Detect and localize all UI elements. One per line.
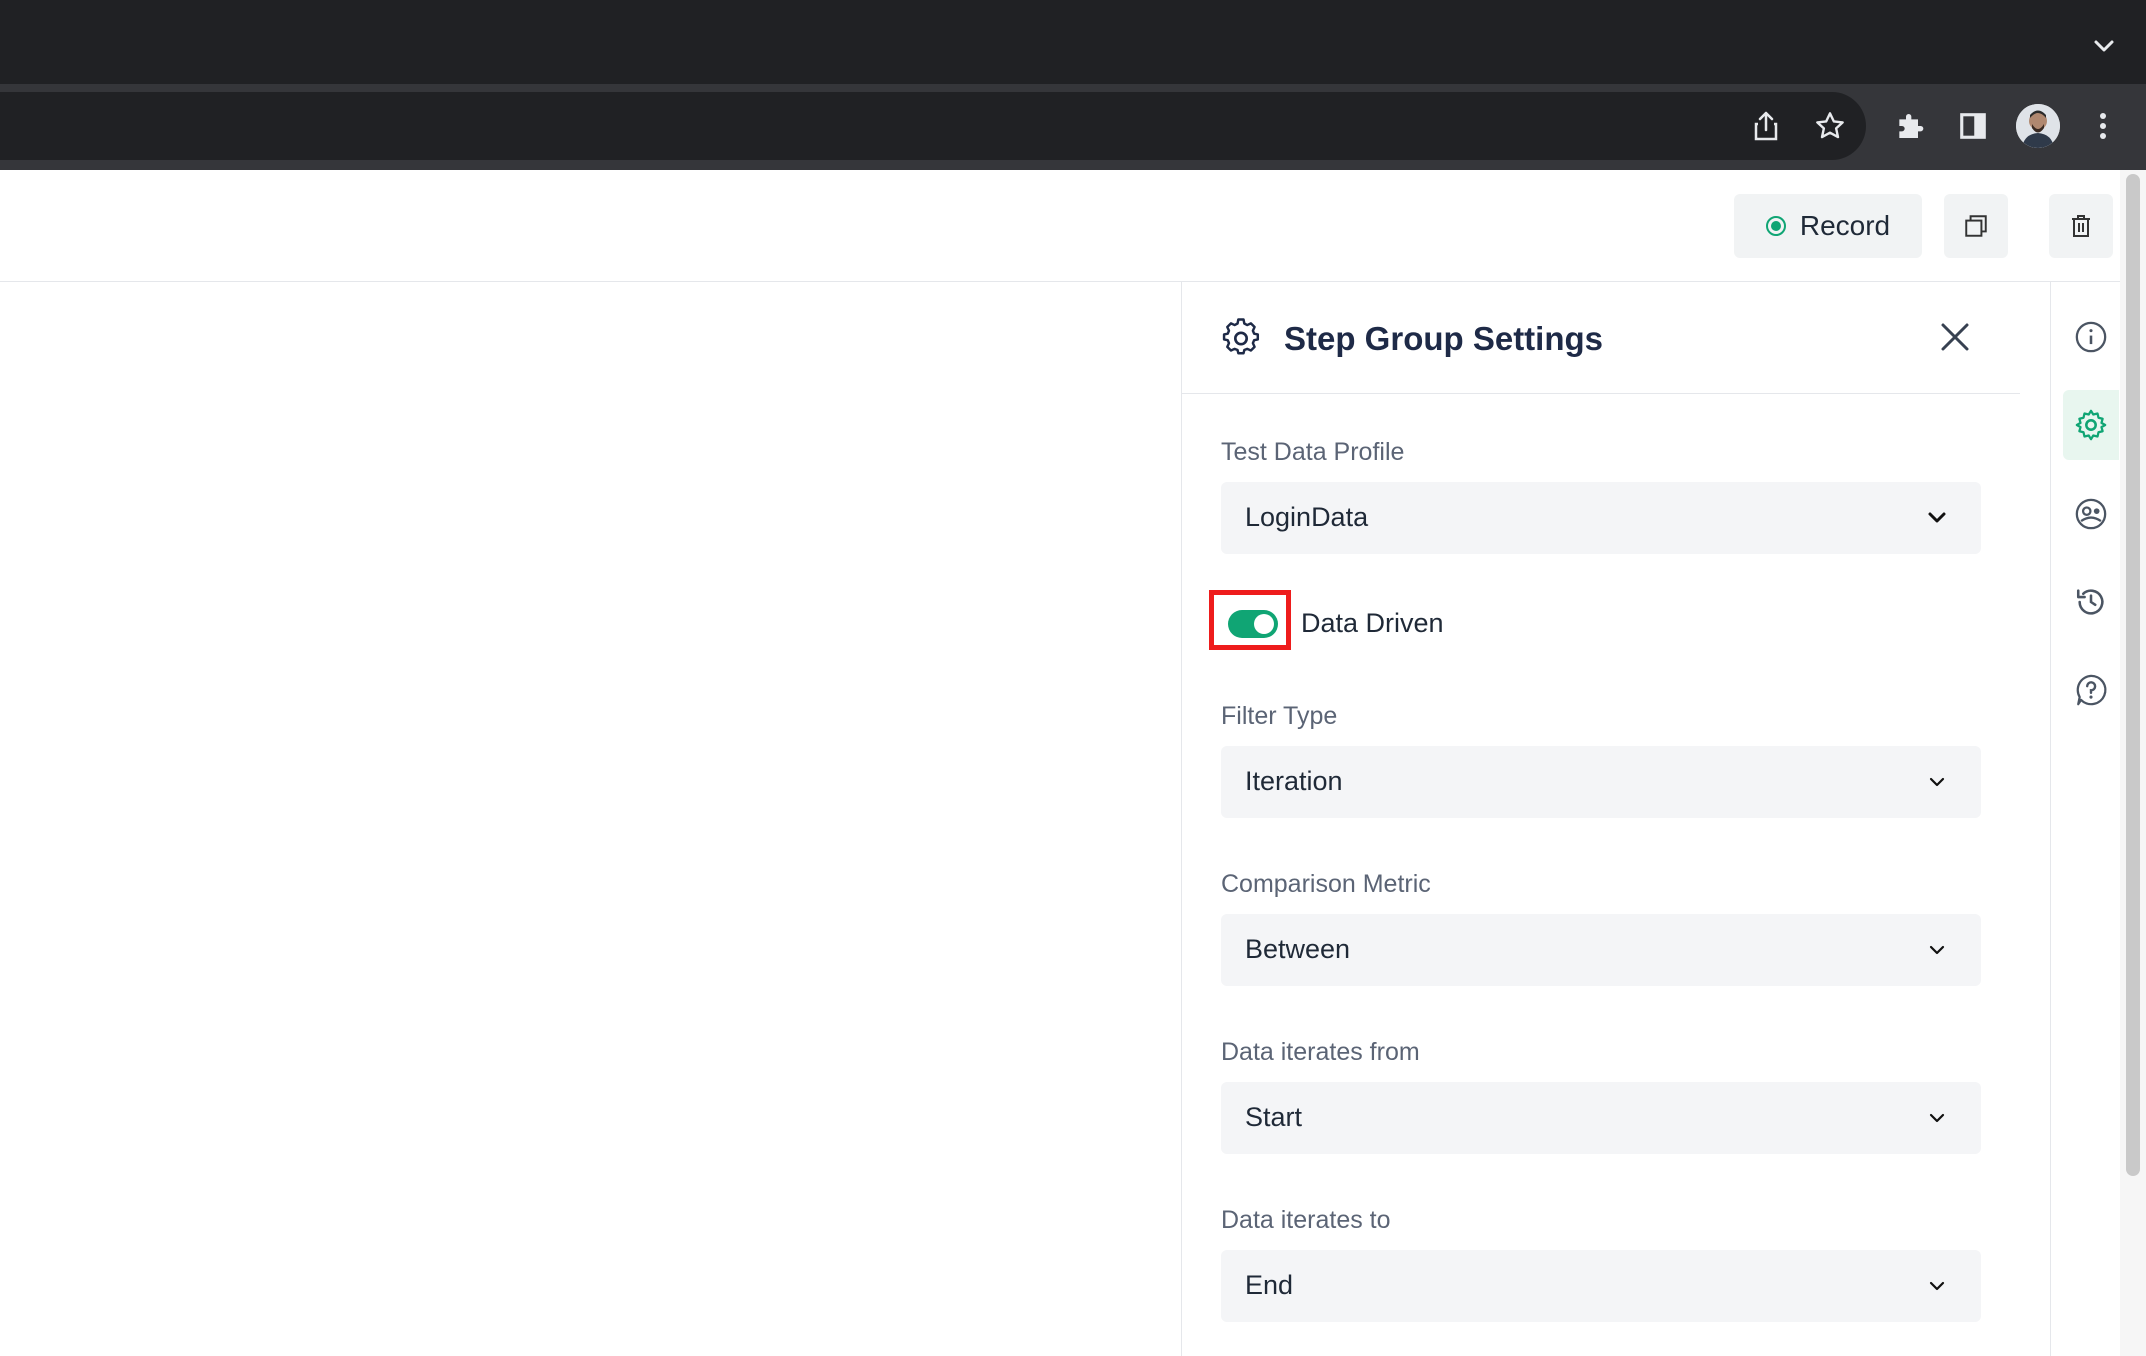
test-data-profile-label: Test Data Profile xyxy=(1221,438,1405,466)
step-group-settings-panel: Step Group Settings Test Data Profile Lo… xyxy=(1181,282,2020,1356)
iterates-to-value: End xyxy=(1245,1270,1294,1300)
panel-title: Step Group Settings xyxy=(1284,320,1604,357)
test-data-icon[interactable] xyxy=(2063,479,2119,549)
test-data-profile-select[interactable]: LoginData xyxy=(1221,482,1981,554)
info-icon[interactable] xyxy=(2063,302,2119,372)
comparison-metric-select[interactable]: Between xyxy=(1221,914,1981,986)
extensions-puzzle-icon[interactable] xyxy=(1890,106,1930,146)
record-button[interactable]: Record xyxy=(1734,194,1922,258)
app-header: Record xyxy=(0,170,2120,282)
iterates-from-select[interactable]: Start xyxy=(1221,1082,1981,1154)
record-dot-icon xyxy=(1765,216,1786,236)
panel-header: Step Group Settings xyxy=(1182,282,2020,394)
help-icon[interactable] xyxy=(2063,655,2119,725)
page-scrollbar[interactable] xyxy=(2120,170,2146,1356)
right-icon-rail xyxy=(2050,282,2121,1356)
iterates-to-label: Data iterates to xyxy=(1221,1206,1391,1234)
trash-icon xyxy=(2072,215,2090,237)
chevron-down-icon xyxy=(1929,1113,1945,1123)
chevron-down-icon xyxy=(1929,777,1945,787)
iterates-from-value: Start xyxy=(1245,1102,1303,1132)
close-icon[interactable] xyxy=(1938,320,1972,354)
share-icon[interactable] xyxy=(1746,106,1786,146)
gear-icon xyxy=(1222,318,1260,355)
iterates-from-label: Data iterates from xyxy=(1221,1038,1420,1066)
history-icon[interactable] xyxy=(2063,567,2119,637)
data-driven-label: Data Driven xyxy=(1301,608,1444,638)
copy-button[interactable] xyxy=(1944,194,2008,258)
data-driven-toggle[interactable] xyxy=(1228,610,1278,638)
iterates-to-select[interactable]: End xyxy=(1221,1250,1981,1322)
chevron-down-icon xyxy=(1929,1281,1945,1291)
side-panel-icon[interactable] xyxy=(1953,106,1993,146)
comparison-metric-value: Between xyxy=(1245,934,1351,964)
tab-search-chevron-icon[interactable] xyxy=(2092,34,2116,58)
record-label: Record xyxy=(1799,210,1891,241)
filter-type-label: Filter Type xyxy=(1221,702,1338,730)
browser-menu-icon[interactable] xyxy=(2083,106,2123,146)
browser-toolbar xyxy=(0,84,2146,170)
test-data-profile-value: LoginData xyxy=(1245,502,1369,532)
browser-tab-bar xyxy=(0,0,2146,84)
address-bar[interactable] xyxy=(0,92,1866,160)
settings-icon[interactable] xyxy=(2063,390,2119,460)
comparison-metric-label: Comparison Metric xyxy=(1221,870,1431,898)
highlight-box xyxy=(1209,590,1291,650)
scrollbar-thumb[interactable] xyxy=(2126,174,2140,1176)
chevron-down-icon xyxy=(1929,945,1945,955)
profile-avatar[interactable] xyxy=(2016,104,2060,148)
filter-type-select[interactable]: Iteration xyxy=(1221,746,1981,818)
bookmark-star-icon[interactable] xyxy=(1810,106,1850,146)
copy-icon xyxy=(1965,215,1987,237)
filter-type-value: Iteration xyxy=(1245,766,1343,796)
delete-button[interactable] xyxy=(2049,194,2113,258)
chevron-down-icon xyxy=(1928,512,1946,523)
